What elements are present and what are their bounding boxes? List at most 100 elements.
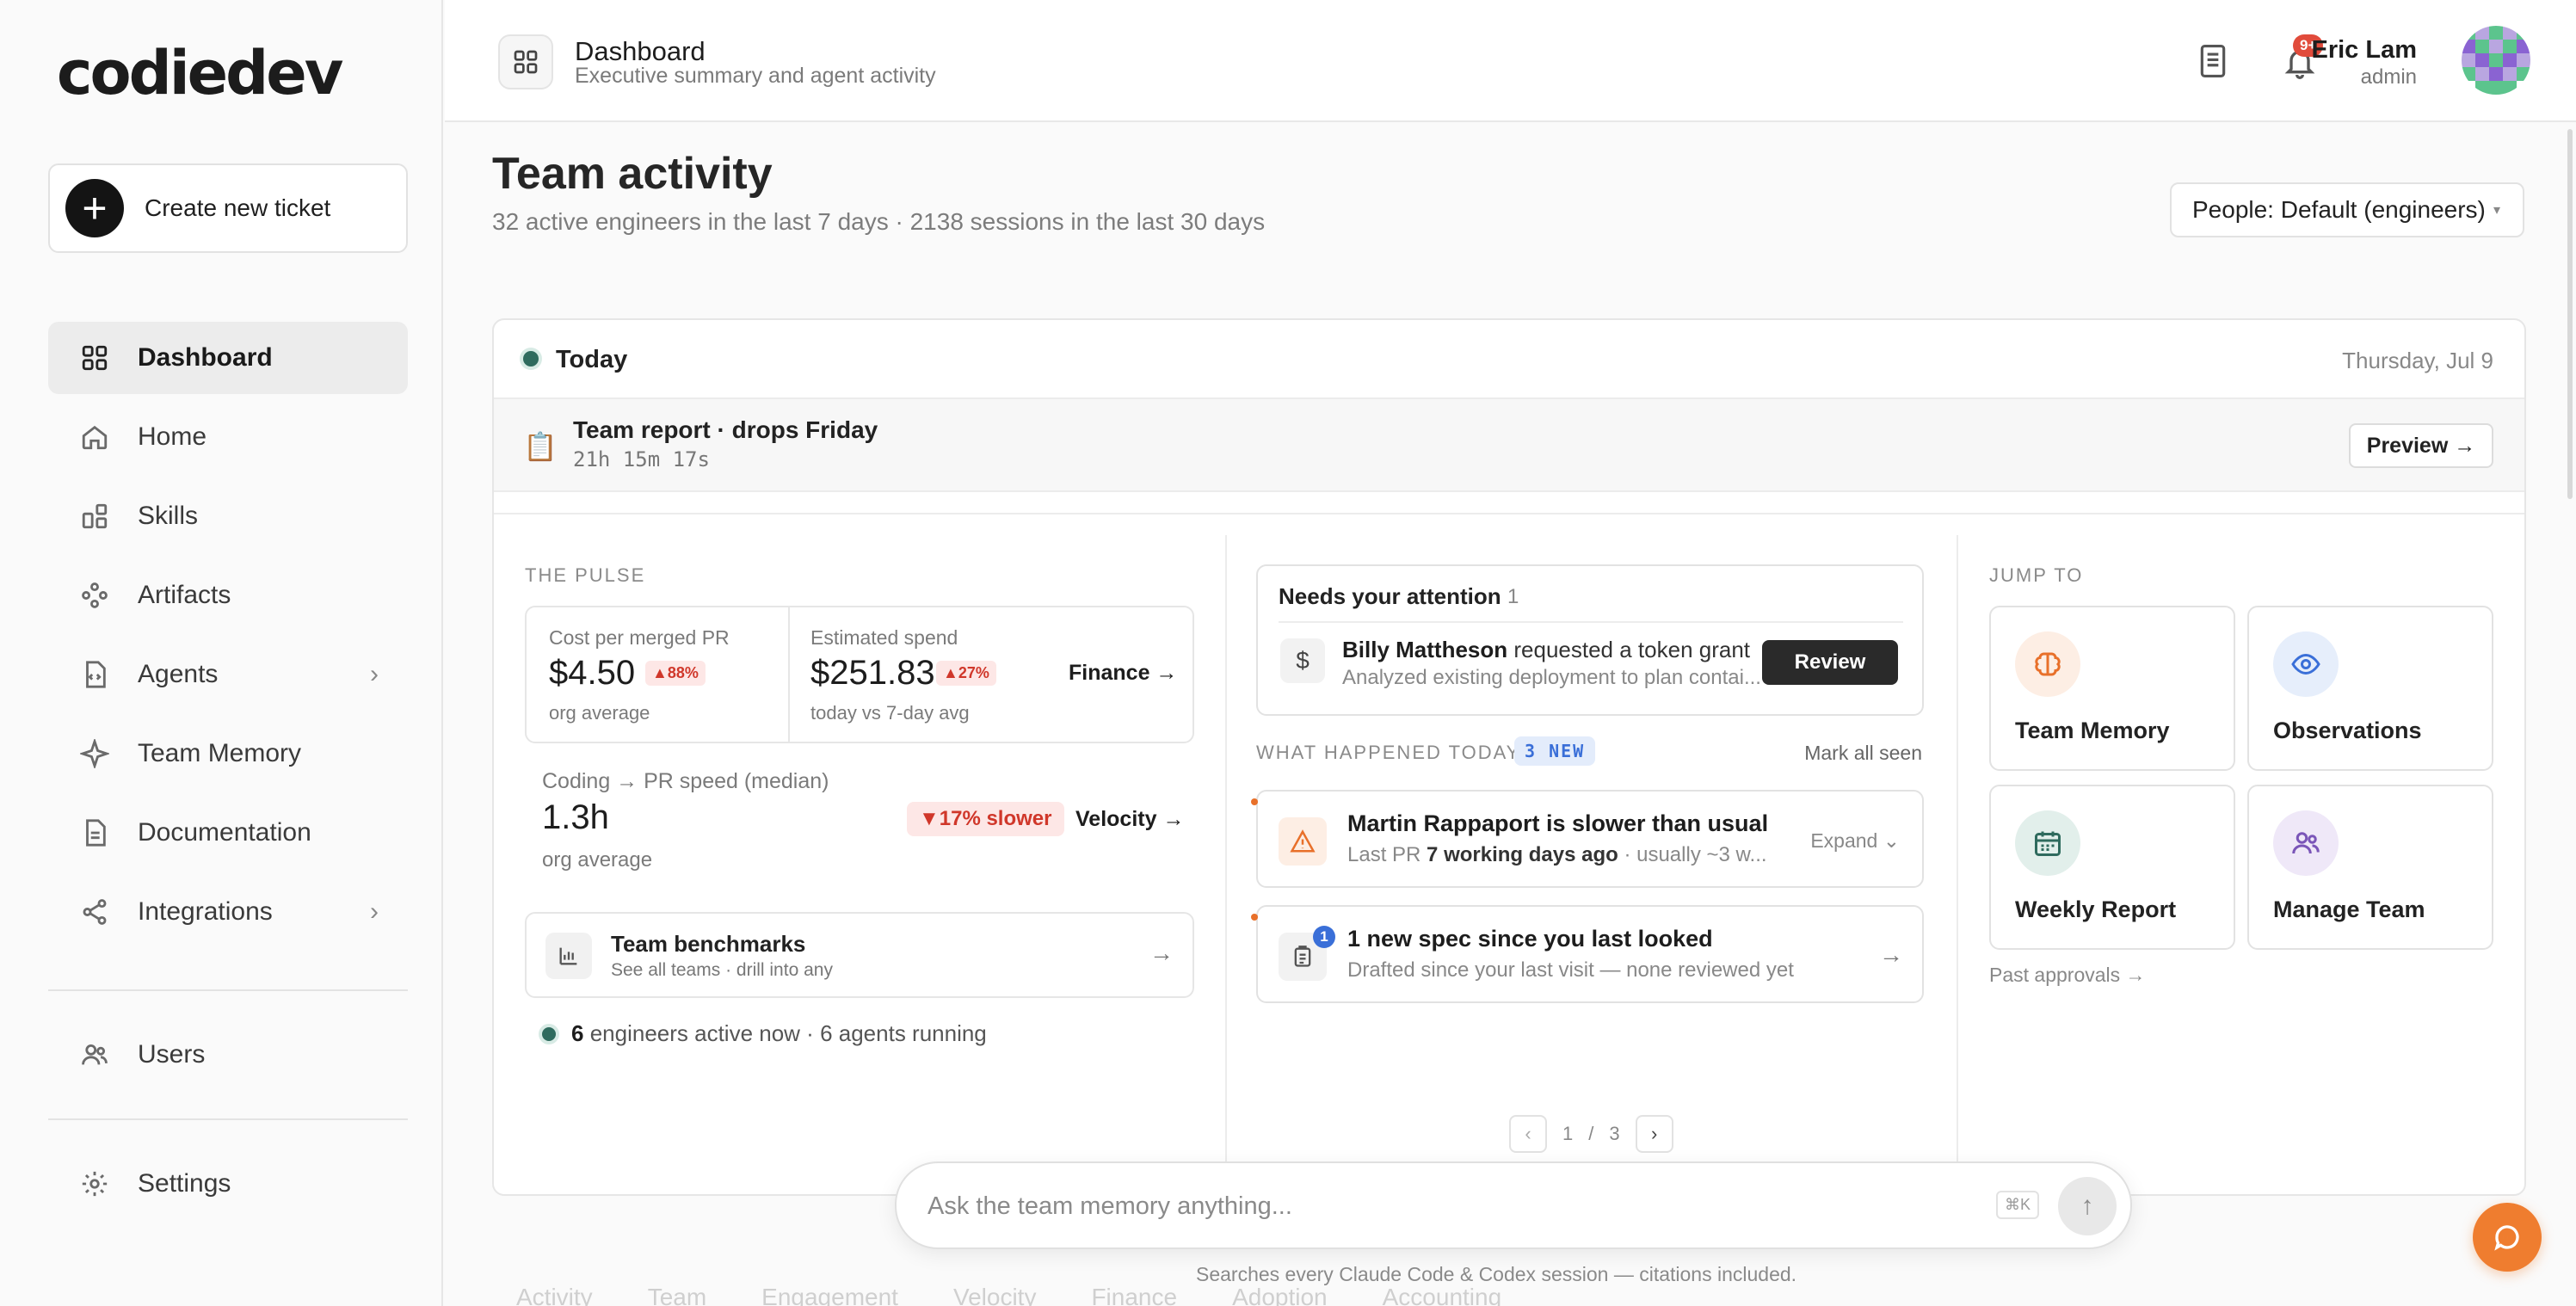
sidebar-item-documentation[interactable]: Documentation (48, 797, 408, 869)
team-benchmarks-link[interactable]: Team benchmarks See all teams · drill in… (525, 912, 1194, 998)
pulse-metrics-box: Cost per merged PR $4.50 ▲88% org averag… (525, 606, 1194, 743)
event-sub-suffix: · usually ~3 w... (1624, 843, 1767, 866)
sidebar-item-users[interactable]: Users (48, 1019, 408, 1091)
new-count-badge: 3 NEW (1514, 736, 1596, 766)
sidebar-item-artifacts[interactable]: Artifacts (48, 559, 408, 631)
event-title: 1 new spec since you last looked (1347, 926, 1713, 952)
sidebar-item-label: Skills (138, 502, 199, 530)
sidebar-divider (48, 989, 408, 991)
today-label: Today (556, 346, 628, 373)
card-divider (494, 513, 2524, 514)
jump-label: Weekly Report (2015, 896, 2177, 922)
brain-icon (2015, 631, 2080, 697)
jump-observations[interactable]: Observations (2247, 606, 2493, 771)
section-tabs: Activity Team Engagement Velocity Financ… (516, 1284, 1501, 1306)
pulse-section-label: THE PULSE (525, 564, 646, 586)
finance-link[interactable]: Finance → (1069, 661, 1177, 686)
people-filter-value: People: Default (engineers) (2192, 196, 2486, 223)
sidebar-item-settings[interactable]: Settings (48, 1148, 408, 1220)
agents-icon (79, 659, 110, 690)
event-sub-prefix: Last PR (1347, 843, 1421, 866)
unread-dot (1251, 798, 1258, 805)
page-scrollbar[interactable] (2567, 129, 2573, 499)
team-memory-search-input[interactable] (927, 1184, 1943, 1229)
brand-logo[interactable]: codiedev (57, 38, 343, 108)
jump-section-label: JUMP TO (1989, 564, 2084, 586)
page-title: Team activity (492, 149, 773, 199)
avatar[interactable] (2462, 26, 2530, 95)
sidebar-item-label: Dashboard (138, 343, 273, 372)
cost-value: $4.50 (549, 654, 636, 692)
status-dot (542, 1027, 556, 1041)
docs-icon[interactable] (2197, 43, 2229, 83)
past-approvals-link[interactable]: Past approvals → (1989, 964, 2146, 987)
document-icon (79, 817, 110, 848)
today-date: Thursday, Jul 9 (2342, 348, 2493, 373)
user-name[interactable]: Eric Lam (2312, 36, 2418, 65)
report-title: Team report · drops Friday (573, 416, 878, 443)
event-subtitle: Last PR 7 working days ago · usually ~3 … (1347, 843, 1795, 867)
sidebar-item-dashboard[interactable]: Dashboard (48, 322, 408, 394)
attention-request: Billy Mattheson requested a token grant (1342, 637, 1750, 663)
review-button[interactable]: Review (1762, 640, 1898, 685)
keyboard-shortcut: ⌘K (1995, 1191, 2039, 1219)
tab-finance[interactable]: Finance (1091, 1284, 1177, 1306)
skills-icon (79, 501, 110, 532)
attention-divider (1279, 621, 1903, 623)
today-card: Today Thursday, Jul 9 📋 Team report · dr… (492, 318, 2526, 1196)
expand-button[interactable]: Expand ⌄ (1810, 829, 1900, 853)
sidebar-divider (48, 1118, 408, 1120)
jump-label: Manage Team (2273, 896, 2425, 922)
sidebar-nav: Dashboard Home Skills Artifacts Agents ›… (48, 322, 408, 955)
sidebar-item-label: Team Memory (138, 739, 302, 767)
chat-support-button[interactable] (2473, 1203, 2542, 1272)
people-filter-select[interactable]: People: Default (engineers) ▾ (2170, 182, 2524, 237)
tab-team[interactable]: Team (648, 1284, 706, 1306)
sidebar-item-label: Agents (138, 660, 219, 688)
next-page-button[interactable]: › (1635, 1115, 1673, 1153)
active-status: 6 engineers active now · 6 agents runnin… (571, 1020, 987, 1047)
home-icon (79, 422, 110, 453)
speed-value: 1.3h (542, 798, 609, 836)
tab-engagement[interactable]: Engagement (761, 1284, 898, 1306)
request-detail: Analyzed existing deployment to plan con… (1342, 666, 1761, 689)
status-dot (523, 351, 539, 367)
jump-manage-team[interactable]: Manage Team (2247, 785, 2493, 950)
sidebar: codiedev + Create new ticket Dashboard H… (0, 0, 443, 1306)
people-icon (2273, 810, 2339, 876)
sidebar-item-agents[interactable]: Agents › (48, 638, 408, 711)
send-button[interactable]: ↑ (2058, 1177, 2117, 1235)
team-memory-chat-bar: ⌘K ↑ (895, 1161, 2132, 1249)
artifacts-icon (79, 580, 110, 611)
tab-velocity[interactable]: Velocity (953, 1284, 1037, 1306)
arrow-up-icon: ↑ (2080, 1192, 2094, 1220)
tab-accounting[interactable]: Accounting (1383, 1284, 1502, 1306)
users-icon (79, 1039, 110, 1070)
sidebar-item-integrations[interactable]: Integrations › (48, 876, 408, 948)
sidebar-item-label: Users (138, 1040, 206, 1069)
tab-adoption[interactable]: Adoption (1232, 1284, 1328, 1306)
speed-change-badge: ▼17% slower (907, 802, 1064, 836)
sidebar-item-team-memory[interactable]: Team Memory (48, 718, 408, 790)
requester-name: Billy Mattheson (1342, 637, 1508, 662)
dollar-icon: $ (1280, 638, 1325, 683)
sidebar-item-skills[interactable]: Skills (48, 480, 408, 552)
clipboard-icon: 📋 (523, 431, 558, 462)
warning-icon (1279, 817, 1327, 866)
preview-button[interactable]: Preview → (2349, 423, 2493, 468)
arrow-right-icon: → (1149, 939, 1174, 966)
chat-bubble-icon (2494, 1225, 2519, 1251)
mark-all-seen-link[interactable]: Mark all seen (1804, 742, 1922, 765)
prev-page-button[interactable]: ‹ (1509, 1115, 1547, 1153)
create-ticket-button[interactable]: + Create new ticket (48, 163, 408, 253)
create-ticket-label: Create new ticket (145, 194, 331, 221)
event-card[interactable]: Martin Rappaport is slower than usual La… (1251, 790, 1924, 888)
velocity-link[interactable]: Velocity → (1075, 807, 1184, 832)
column-divider (1225, 535, 1227, 1194)
tab-activity[interactable]: Activity (516, 1284, 593, 1306)
jump-weekly-report[interactable]: Weekly Report (1989, 785, 2235, 950)
event-card[interactable]: 1 1 new spec since you last looked Draft… (1251, 905, 1924, 1003)
jump-team-memory[interactable]: Team Memory (1989, 606, 2235, 771)
sidebar-item-home[interactable]: Home (48, 401, 408, 473)
plus-icon: + (65, 179, 124, 237)
